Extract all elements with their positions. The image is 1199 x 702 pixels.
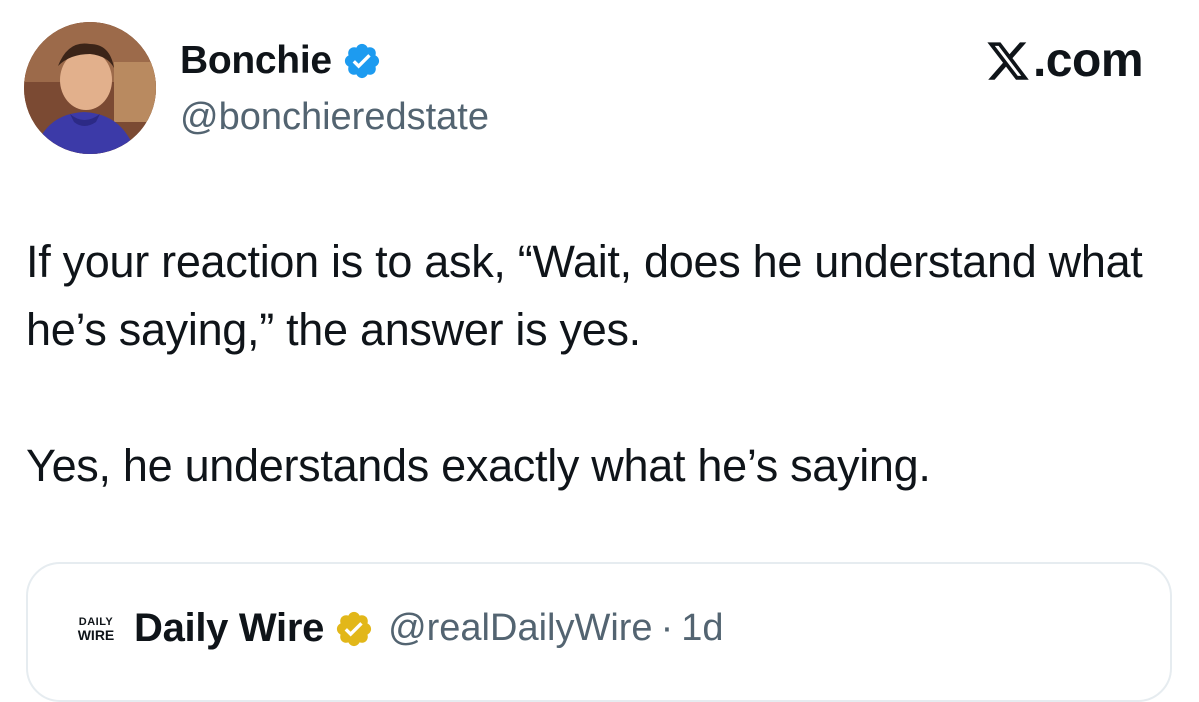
separator-dot: · [660,607,674,649]
daily-wire-logo-bottom: WIRE [78,627,115,643]
quoted-author-handle[interactable]: @realDailyWire [388,607,653,650]
verified-org-badge-icon [334,609,374,649]
tweet-text: If your reaction is to ask, “Wait, does … [26,228,1176,500]
author-name-text[interactable]: Bonchie [180,38,332,84]
avatar-image [24,22,156,154]
quoted-tweet-header: DAILY WIRE Daily Wire @realDailyWire · 1… [72,606,724,651]
verified-badge-icon [342,41,382,81]
quoted-tweet-card[interactable]: DAILY WIRE Daily Wire @realDailyWire · 1… [26,562,1172,702]
tweet-paragraph-1: If your reaction is to ask, “Wait, does … [26,236,1143,355]
site-label-text: .com [1032,34,1144,87]
daily-wire-logo-icon[interactable]: DAILY WIRE [72,612,120,646]
tweet-paragraph-2: Yes, he understands exactly what he’s sa… [26,440,931,491]
quoted-author-name[interactable]: Daily Wire [134,606,324,651]
site-label: .com [985,33,1144,89]
x-logo-icon [985,38,1031,84]
author-handle[interactable]: @bonchieredstate [180,95,489,139]
author-name[interactable]: Bonchie [180,38,382,84]
author-avatar[interactable] [24,22,156,154]
quoted-tweet-timestamp[interactable]: 1d [681,607,723,650]
